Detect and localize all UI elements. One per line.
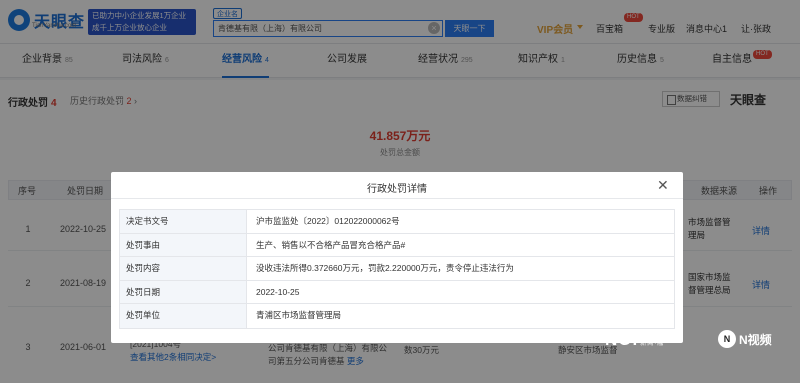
- dialog-title: 行政处罚详情: [367, 184, 427, 195]
- penalty-detail-dialog: 行政处罚详情 ✕ 决定书文号 沪市监监处〔2022〕012022000062号 …: [111, 172, 683, 343]
- detail-table: 决定书文号 沪市监监处〔2022〕012022000062号 处罚事由 生产、销…: [119, 209, 675, 329]
- dialog-divider: [111, 198, 683, 199]
- detail-value: 沪市监监处〔2022〕012022000062号: [256, 216, 400, 226]
- detail-label: 处罚事由: [120, 233, 247, 257]
- detail-value: 青浦区市场监督管理局: [256, 310, 342, 321]
- detail-row-authority: 处罚单位 青浦区市场监督管理局: [120, 304, 674, 328]
- detail-value: 没收违法所得0.372660万元，罚款2.220000万元，责令停止违法行为: [256, 263, 514, 274]
- detail-value: 生产、销售以不合格产品冒充合格产品#: [256, 239, 406, 250]
- watermark-text: NO. 新闻·融: [605, 330, 665, 349]
- detail-row-date: 处罚日期 2022-10-25: [120, 280, 674, 305]
- detail-label: 处罚单位: [120, 304, 247, 328]
- detail-label: 处罚内容: [120, 257, 247, 280]
- detail-label: 决定书文号: [120, 210, 247, 233]
- detail-row-reason: 处罚事由 生产、销售以不合格产品冒充合格产品#: [120, 233, 674, 258]
- n-video-icon: N: [718, 330, 736, 348]
- detail-row-content: 处罚内容 没收违法所得0.372660万元，罚款2.220000万元，责令停止违…: [120, 257, 674, 281]
- detail-value: 2022-10-25: [256, 286, 300, 297]
- watermark-logo: N N视频: [718, 330, 772, 348]
- detail-label: 处罚日期: [120, 280, 247, 304]
- detail-row-decision-number: 决定书文号 沪市监监处〔2022〕012022000062号: [120, 210, 674, 234]
- watermark-brand: N视频: [739, 332, 772, 347]
- close-icon[interactable]: ✕: [657, 178, 669, 192]
